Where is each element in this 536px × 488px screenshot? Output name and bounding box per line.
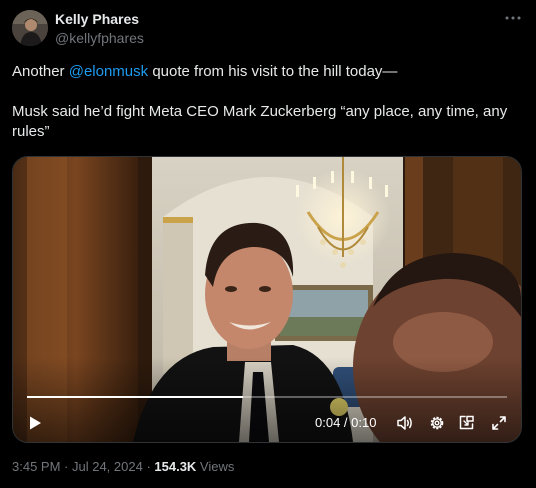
tweet-text-prefix: Another	[12, 63, 69, 80]
tweet: Kelly Phares @kellyfphares Another @elon…	[0, 0, 536, 488]
tweet-paragraph-2: Musk said he’d fight Meta CEO Mark Zucke…	[12, 103, 508, 140]
tweet-time[interactable]: 3:45 PM	[12, 459, 60, 474]
meta-separator: ·	[142, 459, 155, 474]
play-button[interactable]	[23, 411, 47, 435]
volume-icon	[397, 416, 412, 430]
play-icon	[30, 416, 41, 430]
tweet-text-suffix: quote from his visit to the hill today—	[148, 63, 398, 80]
picture-in-picture-button[interactable]	[455, 411, 479, 435]
more-icon	[505, 16, 521, 20]
views-label: Views	[196, 459, 235, 474]
meta-separator: ·	[60, 459, 72, 474]
volume-button[interactable]	[393, 411, 417, 435]
video-player[interactable]: 0:04 / 0:10	[12, 156, 522, 443]
views-count: 154.3K	[154, 459, 197, 474]
author-handle[interactable]: @kellyfphares	[55, 30, 144, 46]
mention-link[interactable]: @elonmusk	[69, 63, 148, 80]
settings-button[interactable]	[425, 411, 449, 435]
tweet-text: Another @elonmusk quote from his visit t…	[12, 62, 517, 142]
tweet-date[interactable]: Jul 24, 2024	[72, 459, 143, 474]
video-time-display: 0:04 / 0:10	[315, 415, 377, 430]
video-progress-bar[interactable]	[27, 396, 507, 398]
tweet-meta: 3:45 PM · Jul 24, 2024 · 154.3K Views	[12, 459, 234, 474]
video-progress-fill	[27, 396, 243, 398]
author-name[interactable]: Kelly Phares	[55, 11, 139, 27]
settings-icon	[430, 416, 444, 430]
picture-in-picture-icon	[459, 415, 474, 430]
fullscreen-button[interactable]	[487, 411, 511, 435]
video-frame	[13, 157, 521, 442]
fullscreen-icon	[492, 416, 506, 430]
tweet-paragraph-1: Another @elonmusk quote from his visit t…	[12, 62, 517, 82]
avatar[interactable]	[12, 10, 48, 46]
more-options-button[interactable]	[500, 8, 526, 28]
